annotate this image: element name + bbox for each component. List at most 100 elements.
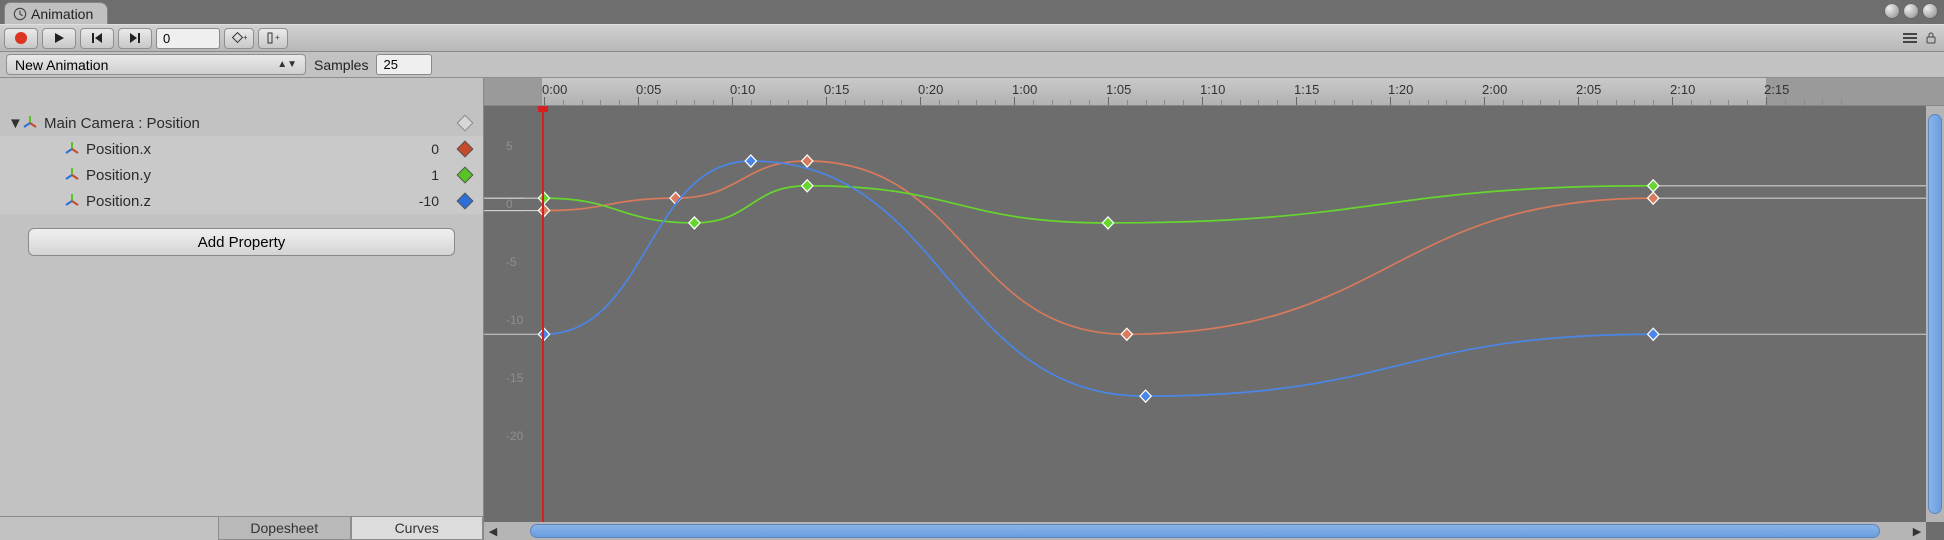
vscroll-thumb[interactable]	[1928, 114, 1942, 514]
property-row-x[interactable]: Position.x 0	[0, 136, 483, 162]
ruler-shade-left	[484, 78, 542, 105]
key-indicator-icon[interactable]	[457, 167, 474, 184]
curve-Position.y[interactable]	[544, 186, 1653, 223]
record-icon	[15, 32, 27, 44]
window-button-3[interactable]	[1922, 3, 1938, 19]
ruler-tick-minor	[694, 100, 695, 105]
ruler-tick-label: 1:10	[1200, 82, 1225, 97]
property-value[interactable]: -10	[379, 193, 439, 209]
property-row-y[interactable]: Position.y 1	[0, 162, 483, 188]
ruler-tick-minor	[1089, 100, 1090, 105]
ruler-tick-minor	[864, 100, 865, 105]
chevron-right-icon: ▶	[1913, 525, 1921, 538]
property-value[interactable]: 1	[379, 167, 439, 183]
keyframe[interactable]	[1102, 217, 1113, 229]
window-button-2[interactable]	[1903, 3, 1919, 19]
ruler-tick	[1296, 97, 1297, 105]
ruler-tick-minor	[1465, 100, 1466, 105]
time-ruler[interactable]: 0:000:050:100:150:201:001:051:101:151:20…	[484, 78, 1944, 106]
curve-Position.z[interactable]	[544, 161, 1653, 396]
tab-dopesheet[interactable]: Dopesheet	[218, 517, 351, 540]
ruler-tick-minor	[657, 100, 658, 105]
key-indicator-icon[interactable]	[457, 193, 474, 210]
hscroll-right-arrow[interactable]: ▶	[1908, 522, 1926, 540]
ruler-tick	[732, 97, 733, 105]
tab-title: Animation	[31, 6, 93, 22]
y-axis-label: -5	[506, 255, 517, 269]
ruler-tick	[1108, 97, 1109, 105]
y-axis-label: -10	[506, 313, 523, 327]
clip-selector[interactable]: New Animation ▲▼	[6, 54, 306, 75]
ruler-tick	[1766, 97, 1767, 105]
ruler-tick-minor	[995, 100, 996, 105]
ruler-tick-label: 0:00	[542, 82, 567, 97]
animation-tab[interactable]: Animation	[4, 2, 108, 24]
keyframe[interactable]	[538, 328, 549, 340]
record-button[interactable]	[4, 28, 38, 49]
ruler-tick-minor	[1127, 100, 1128, 105]
ruler-tick	[1578, 97, 1579, 105]
keyframe[interactable]	[1648, 180, 1659, 192]
window-button-1[interactable]	[1884, 3, 1900, 19]
animation-toolbar: + +	[0, 24, 1944, 52]
vertical-scrollbar[interactable]	[1926, 106, 1944, 522]
keyframe[interactable]	[802, 155, 813, 167]
keyframe[interactable]	[1648, 192, 1659, 204]
keyframe[interactable]	[1140, 390, 1151, 402]
next-key-button[interactable]	[118, 28, 152, 49]
ruler-tick-minor	[1559, 100, 1560, 105]
horizontal-scrollbar[interactable]: ◀ ▶	[484, 522, 1926, 540]
curves-svg	[484, 106, 1926, 522]
lock-icon[interactable]	[1924, 31, 1938, 45]
add-keyframe-button[interactable]: +	[224, 28, 254, 49]
foldout-icon[interactable]: ▼	[8, 115, 20, 132]
tab-curves[interactable]: Curves	[351, 517, 484, 540]
ruler-tick-label: 2:10	[1670, 82, 1695, 97]
ruler-tick-minor	[1710, 100, 1711, 105]
play-button[interactable]	[42, 28, 76, 49]
svg-text:+: +	[275, 33, 280, 42]
keyframe[interactable]	[1648, 328, 1659, 340]
add-event-button[interactable]: +	[258, 28, 288, 49]
samples-input[interactable]	[376, 54, 432, 75]
tab-bar: Animation	[0, 0, 1944, 24]
keyframe[interactable]	[538, 192, 549, 204]
hscroll-track[interactable]	[502, 522, 1908, 540]
ruler-tick	[638, 97, 639, 105]
key-indicator-icon[interactable]	[457, 115, 474, 132]
y-axis-label: -20	[506, 429, 523, 443]
clip-name: New Animation	[15, 57, 108, 73]
ruler-tick-minor	[600, 100, 601, 105]
keyframe[interactable]	[745, 155, 756, 167]
property-parent-row[interactable]: ▼ Main Camera : Position	[0, 110, 483, 136]
keyframe[interactable]	[689, 217, 700, 229]
ruler-tick-minor	[845, 100, 846, 105]
play-icon	[53, 32, 65, 44]
y-axis-label: -15	[506, 371, 523, 385]
curve-canvas[interactable]: 50-5-10-15-20	[484, 106, 1926, 522]
hscroll-left-arrow[interactable]: ◀	[484, 522, 502, 540]
ruler-tick-label: 2:00	[1482, 82, 1507, 97]
ruler-tick-minor	[1183, 100, 1184, 105]
transform-icon	[22, 115, 38, 131]
property-value[interactable]: 0	[379, 141, 439, 157]
ruler-tick-minor	[1352, 100, 1353, 105]
ruler-tick-minor	[1315, 100, 1316, 105]
key-indicator-icon[interactable]	[457, 141, 474, 158]
ruler-tick-minor	[751, 100, 752, 105]
samples-label: Samples	[314, 57, 368, 73]
hscroll-thumb[interactable]	[530, 524, 1880, 538]
property-row-z[interactable]: Position.z -10	[0, 188, 483, 214]
curve-Position.x[interactable]	[544, 161, 1653, 334]
current-frame-input[interactable]	[156, 28, 220, 49]
keyframe[interactable]	[1121, 328, 1132, 340]
keyframe[interactable]	[538, 204, 549, 216]
ruler-tick-minor	[1334, 100, 1335, 105]
add-property-button[interactable]: Add Property	[28, 228, 455, 256]
ruler-tick-minor	[1221, 100, 1222, 105]
tab-curves-label: Curves	[395, 520, 439, 536]
keyframe[interactable]	[802, 180, 813, 192]
context-menu-icon[interactable]	[1902, 31, 1918, 45]
playhead[interactable]	[542, 106, 544, 522]
prev-key-button[interactable]	[80, 28, 114, 49]
